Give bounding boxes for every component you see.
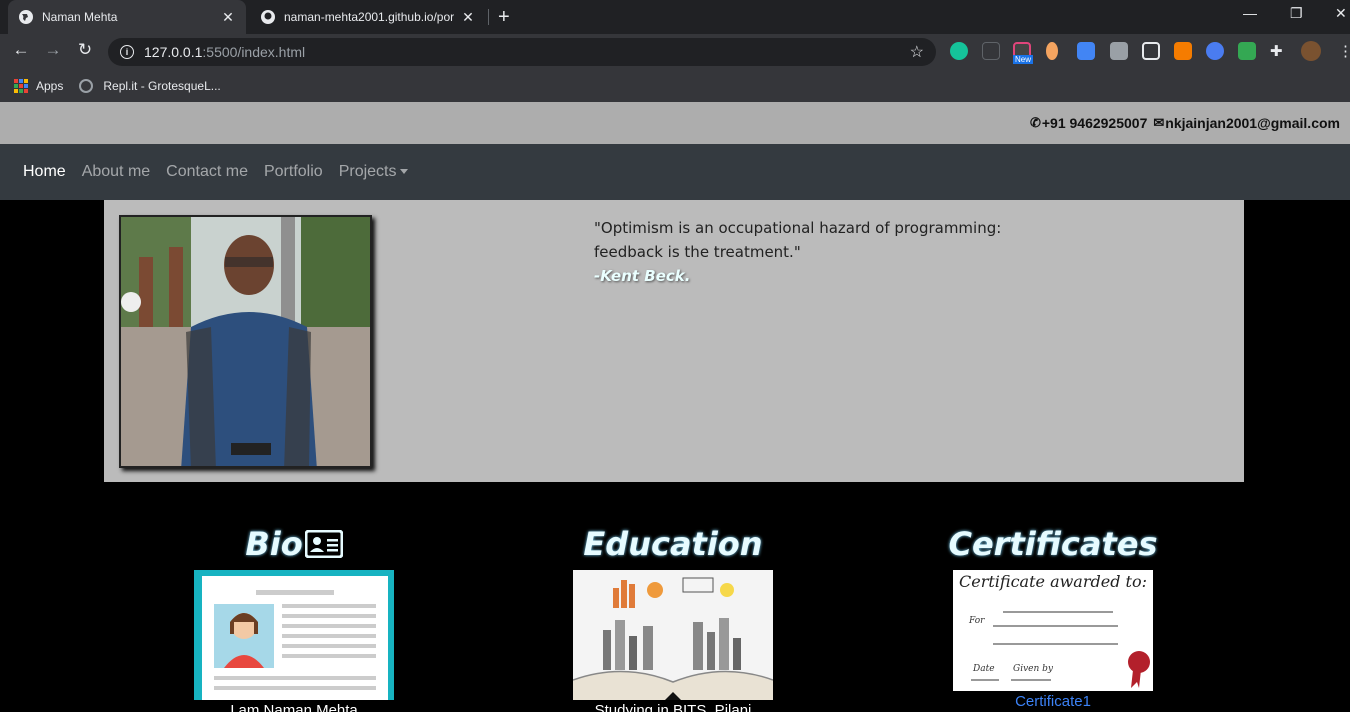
certificate-date-text: Date	[973, 664, 995, 674]
nav-about[interactable]: About me	[82, 163, 150, 181]
vpn-ext-icon[interactable]: New	[1013, 42, 1034, 64]
quote-text: "Optimism is an occupational hazard of p…	[594, 219, 1002, 261]
nav-projects-dropdown[interactable]: Projects	[339, 163, 409, 181]
site-navbar: Home About me Contact me Portfolio Proje…	[0, 144, 1350, 200]
rocket-icon[interactable]	[1206, 42, 1224, 60]
info-icon[interactable]: i	[120, 45, 134, 59]
nav-home[interactable]: Home	[23, 163, 66, 181]
bookmark-apps[interactable]: Apps	[14, 79, 63, 93]
education-image	[573, 570, 773, 700]
education-section: Education Studying in BITS, Pilani	[523, 522, 823, 712]
certificate-link[interactable]: Certificate1	[903, 693, 1203, 710]
browser-tabbar: Naman Mehta ✕ naman-mehta2001.github.io/…	[0, 0, 1350, 34]
quote-author: -Kent Beck.	[594, 267, 691, 285]
github-icon	[261, 10, 275, 24]
certificate-given-by-text: Given by	[1013, 664, 1053, 674]
bio-title: Bio	[245, 525, 303, 563]
nav-portfolio[interactable]: Portfolio	[264, 163, 323, 181]
bookmark-label: Repl.it - GrotesqueL...	[103, 79, 221, 93]
menu-icon[interactable]: ⋮	[1338, 42, 1350, 60]
layout-ext-icon[interactable]	[1174, 42, 1192, 60]
browser-toolbar: ← → ↻ i 127.0.0.1:5500/index.html ☆ New …	[0, 34, 1350, 70]
ext-icon[interactable]	[1046, 42, 1058, 60]
profile-photo	[119, 215, 372, 468]
hero-section: "Optimism is an occupational hazard of p…	[104, 200, 1244, 482]
bio-caption: I am Naman Mehta	[230, 702, 358, 712]
certificate-image: Certificate awarded to: For Date Given b…	[953, 570, 1153, 691]
globe-icon	[19, 10, 33, 24]
forward-icon[interactable]: →	[41, 40, 65, 60]
phone-icon: ✆	[1029, 115, 1041, 130]
tab-active[interactable]: Naman Mehta ✕	[8, 0, 246, 34]
caret-down-icon	[400, 169, 409, 175]
tab-title: naman-mehta2001.github.io/por	[284, 10, 455, 24]
avatar[interactable]	[1301, 41, 1321, 61]
bookmark-label: Apps	[36, 79, 64, 93]
bookmark-replit[interactable]: Repl.it - GrotesqueL...	[79, 79, 221, 93]
minimize-icon[interactable]: —	[1243, 5, 1257, 21]
puzzle-icon[interactable]: ✚	[1270, 42, 1288, 60]
certificates-section: Certificates Certificate awarded to: For…	[903, 522, 1203, 710]
mail-check-icon[interactable]	[1238, 42, 1256, 60]
nav-contact[interactable]: Contact me	[166, 163, 248, 181]
close-tab-icon[interactable]: ✕	[220, 9, 236, 26]
envelope-icon: ✉	[1153, 115, 1165, 130]
hero-quote: "Optimism is an occupational hazard of p…	[594, 216, 1014, 288]
grammarly-icon[interactable]	[950, 42, 968, 60]
back-icon[interactable]: ←	[9, 40, 33, 60]
replit-icon	[79, 79, 94, 93]
education-heading: Education	[583, 525, 763, 563]
close-tab-icon[interactable]: ✕	[460, 9, 476, 26]
address-bar[interactable]: i 127.0.0.1:5500/index.html ☆	[108, 38, 936, 66]
bio-image	[194, 570, 394, 700]
contact-bar: ✆ +91 9462925007 ✉ nkjainjan2001@gmail.c…	[0, 102, 1350, 144]
close-window-icon[interactable]: ✕	[1335, 5, 1347, 22]
translate-icon[interactable]	[1077, 42, 1095, 60]
bookmark-star-icon[interactable]: ☆	[910, 42, 924, 62]
mail-ext-icon[interactable]	[1110, 42, 1128, 60]
ext-badge: New	[1013, 55, 1034, 64]
window-ext-icon[interactable]	[1142, 42, 1160, 60]
tab-title: Naman Mehta	[42, 10, 118, 24]
reload-icon[interactable]: ↻	[73, 40, 97, 60]
certificate-for-text: For	[969, 616, 985, 626]
nav-projects-label: Projects	[338, 163, 397, 180]
bio-heading: Bio	[144, 522, 444, 566]
tab-inactive[interactable]: naman-mehta2001.github.io/por ✕	[250, 0, 486, 34]
new-tab-icon[interactable]: +	[498, 6, 510, 29]
tab-separator	[488, 9, 489, 25]
certificates-heading: Certificates	[948, 525, 1158, 563]
restore-icon[interactable]: ❐	[1290, 5, 1303, 22]
url-path: :5500/index.html	[202, 44, 306, 60]
bookmarks-bar: Apps Repl.it - GrotesqueL...	[0, 70, 1350, 102]
education-caption: Studying in BITS, Pilani	[594, 702, 752, 712]
contact-phone[interactable]: +91 9462925007	[1042, 115, 1148, 131]
page-content: ✆ +91 9462925007 ✉ nkjainjan2001@gmail.c…	[0, 102, 1350, 712]
bio-section: Bio I am Naman Mehta	[144, 522, 444, 712]
url-host: 127.0.0.1	[144, 44, 203, 60]
contact-email[interactable]: nkjainjan2001@gmail.com	[1165, 115, 1340, 131]
bookmark-ext-icon[interactable]	[982, 42, 1000, 60]
id-card-icon	[304, 530, 343, 558]
apps-grid-icon	[14, 79, 28, 93]
